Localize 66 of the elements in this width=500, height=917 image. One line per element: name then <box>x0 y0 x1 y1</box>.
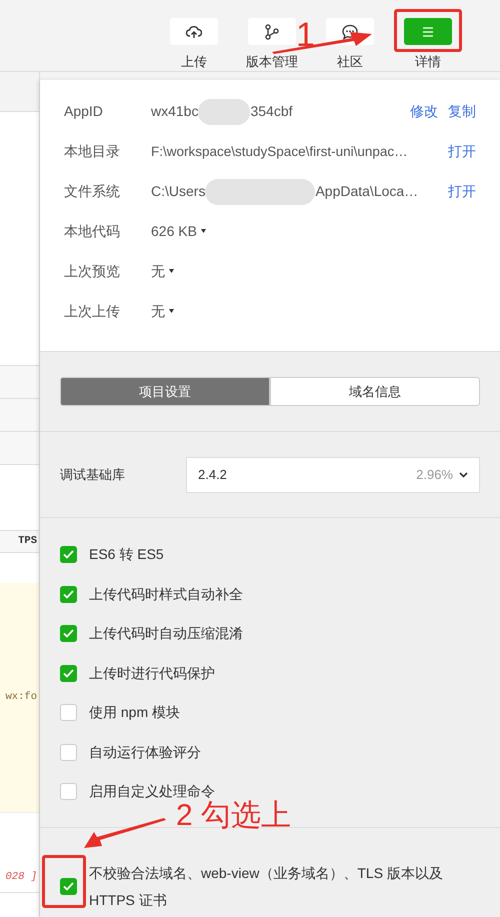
highlight-frame <box>42 855 86 908</box>
field-label: 上次上传 <box>64 302 121 321</box>
menu-icon <box>422 26 434 36</box>
settings-tab[interactable]: 项目设置 <box>60 377 270 406</box>
chat-bubble-icon <box>341 24 359 40</box>
field-value: AppData\Loca… <box>315 182 418 202</box>
option-label: 启用自定义处理命令 <box>89 782 215 800</box>
checkbox[interactable] <box>60 783 77 800</box>
toolbar-label: 社区 <box>337 53 363 71</box>
dropdown-value[interactable]: 无 <box>151 260 174 282</box>
field-value: C:\Users <box>151 182 206 202</box>
checkbox[interactable] <box>60 586 77 603</box>
toolbar-button[interactable] <box>170 18 218 45</box>
branch-icon <box>264 24 280 40</box>
cloud-upload-icon <box>186 24 202 38</box>
details-button[interactable] <box>404 18 452 45</box>
caret-icon <box>200 229 206 234</box>
annotation-label: 1 <box>296 18 315 52</box>
settings-tab[interactable]: 域名信息 <box>270 377 480 406</box>
checkbox[interactable] <box>60 625 77 642</box>
field-label: 文件系统 <box>64 182 121 202</box>
annotation-label: 2 勾选上 <box>176 801 292 831</box>
checkbox[interactable] <box>60 664 77 682</box>
column-header-fragment: TPS <box>18 534 37 549</box>
dropdown-value[interactable]: 626 KB <box>151 220 206 242</box>
library-select[interactable]: 2.4.2 2.96% <box>186 456 480 492</box>
dropdown-value[interactable]: 无 <box>151 300 174 322</box>
code-fragment: 028 ] <box>5 870 37 885</box>
toolbar-button[interactable] <box>248 18 296 45</box>
redaction-blur <box>198 98 250 125</box>
option-label: ES6 转 ES5 <box>89 545 164 564</box>
toolbar-label: 上传 <box>181 53 207 71</box>
highlight-frame <box>394 9 462 52</box>
checkbox[interactable] <box>60 878 77 895</box>
option-label: 自动运行体验评分 <box>89 742 201 762</box>
toolbar-label: 详情 <box>415 53 441 71</box>
field-label: 调试基础库 <box>60 466 126 484</box>
check-icon <box>63 668 74 678</box>
code-fragment: wx:fo <box>5 690 37 705</box>
caret-icon <box>169 309 174 314</box>
option-label: 使用 npm 模块 <box>89 703 180 722</box>
chevron-down-icon <box>459 472 468 478</box>
check-icon <box>63 590 74 599</box>
option-label: 上传代码时样式自动补全 <box>89 584 243 604</box>
field-value: 354cbf <box>250 102 293 122</box>
action-link[interactable]: 打开 <box>448 181 476 202</box>
field-label: AppID <box>64 102 104 122</box>
action-link[interactable]: 打开 <box>448 141 476 162</box>
check-icon <box>63 629 74 638</box>
checkbox[interactable] <box>60 744 77 761</box>
field-label: 本地代码 <box>64 222 121 241</box>
field-value: F:\workspace\studySpace\first-uni\unpac… <box>151 142 408 161</box>
checkbox[interactable] <box>60 546 77 564</box>
caret-icon <box>169 269 174 274</box>
field-value: wx41bc <box>151 102 198 122</box>
option-label: 上传代码时自动压缩混淆 <box>89 624 243 644</box>
check-icon <box>63 882 74 891</box>
action-link[interactable]: 修改 <box>410 101 438 122</box>
check-icon <box>63 550 74 560</box>
action-link[interactable]: 复制 <box>448 101 476 122</box>
field-label: 本地目录 <box>64 142 121 162</box>
field-label: 上次预览 <box>64 262 121 281</box>
toolbar-label: 版本管理 <box>246 53 298 71</box>
option-label: 上传时进行代码保护 <box>89 664 215 683</box>
checkbox[interactable] <box>60 704 77 722</box>
option-label: 不校验合法域名、web-view（业务域名）、TLS 版本以及 HTTPS 证书 <box>89 864 444 910</box>
